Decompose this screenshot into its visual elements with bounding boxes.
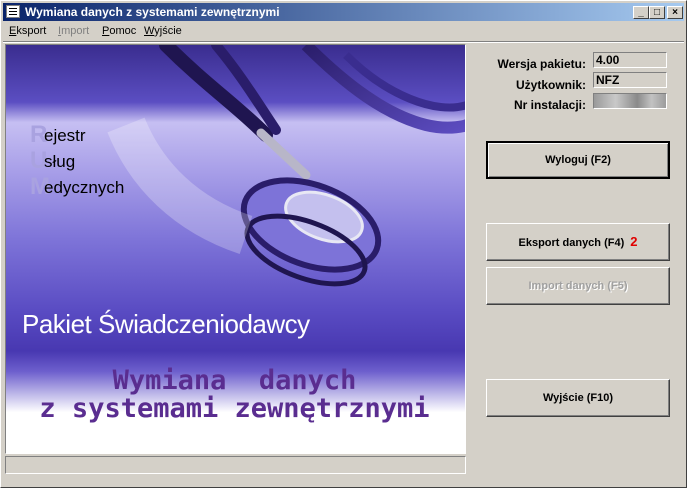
import-button[interactable]: Import danych (F5) bbox=[486, 267, 670, 305]
product-name: Pakiet Świadczeniodawcy bbox=[22, 309, 310, 339]
status-bar bbox=[5, 456, 466, 474]
banner-image: Rejestr Usług Medycznych Pakiet Świadcze… bbox=[5, 44, 466, 454]
headline-line-1: Wymiana danych bbox=[112, 365, 357, 396]
version-label: Wersja pakietu: bbox=[497, 57, 586, 71]
main-window: Wymiana danych z systemami zewnętrznymi … bbox=[0, 0, 687, 488]
minimize-button[interactable]: _ bbox=[633, 6, 649, 19]
user-field: NFZ bbox=[593, 72, 667, 88]
version-field: 4.00 bbox=[593, 52, 667, 68]
menu-separator bbox=[3, 41, 684, 43]
install-field bbox=[593, 93, 667, 109]
menu-eksport[interactable]: Eksport bbox=[9, 24, 46, 39]
maximize-button[interactable]: □ bbox=[649, 6, 665, 19]
menu-import[interactable]: Import bbox=[58, 24, 89, 39]
menu-pomoc[interactable]: Pomoc bbox=[102, 24, 136, 39]
export-button[interactable]: Eksport danych (F4) 2 bbox=[486, 223, 670, 261]
close-button[interactable]: × bbox=[667, 6, 683, 19]
menu-bar: Eksport Import Pomoc Wyjście bbox=[3, 22, 684, 41]
export-button-label: Eksport danych (F4) bbox=[518, 237, 625, 249]
headline-line-2: z systemami zewnętrznymi bbox=[39, 393, 430, 424]
logout-button[interactable]: Wyloguj (F2) bbox=[486, 141, 670, 179]
window-title: Wymiana danych z systemami zewnętrznymi bbox=[25, 5, 280, 19]
export-badge: 2 bbox=[630, 234, 638, 249]
menu-wyjscie[interactable]: Wyjście bbox=[144, 24, 182, 39]
banner-headline: Wymiana danych z systemami zewnętrznymi bbox=[6, 367, 463, 423]
exit-button[interactable]: Wyjście (F10) bbox=[486, 379, 670, 417]
install-label: Nr instalacji: bbox=[513, 98, 586, 112]
title-bar[interactable]: Wymiana danych z systemami zewnętrznymi … bbox=[3, 3, 684, 21]
app-icon[interactable] bbox=[6, 5, 20, 18]
user-label: Użytkownik: bbox=[515, 78, 586, 92]
